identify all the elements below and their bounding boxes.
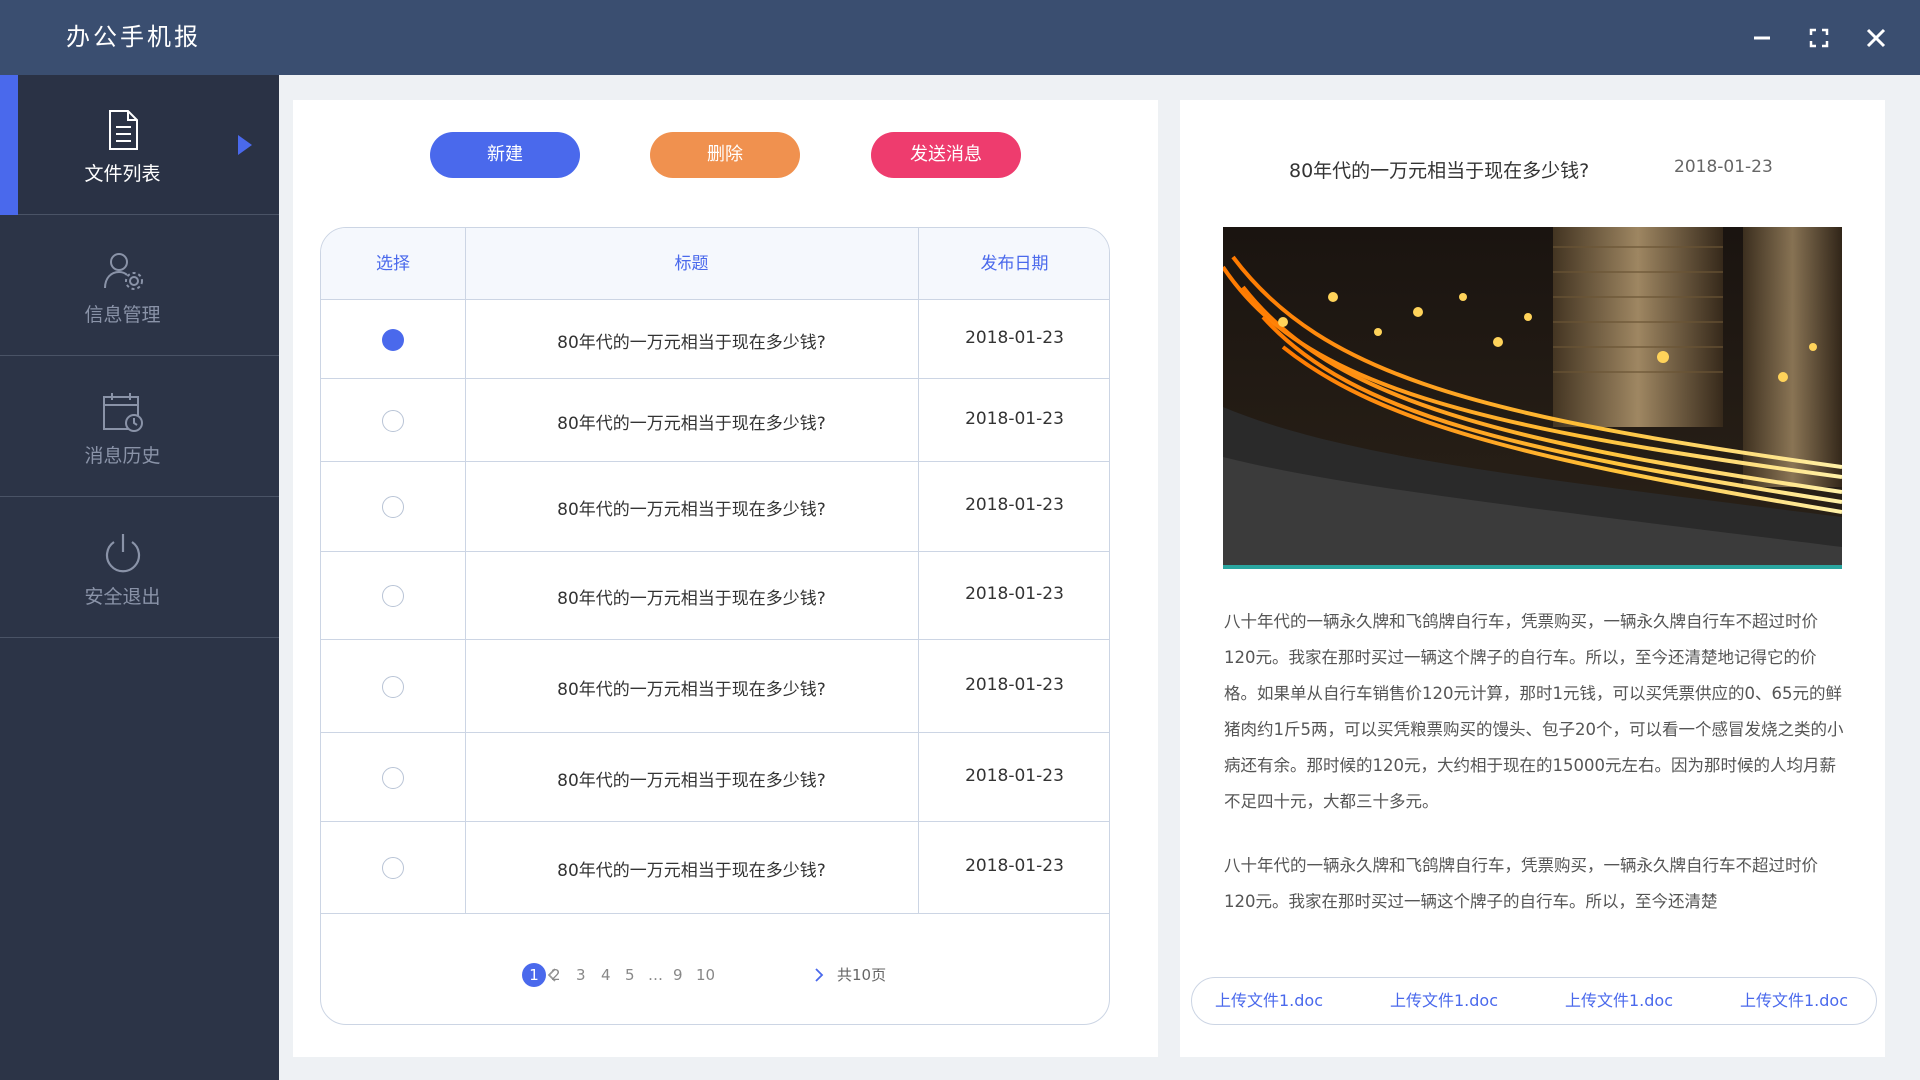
page-number[interactable]: 10 — [696, 963, 715, 987]
sidebar-item-file-list[interactable]: 文件列表 — [0, 75, 279, 215]
article-paragraph: 八十年代的一辆永久牌和飞鸽牌自行车，凭票购买，一辆永久牌自行车不超过时价120元… — [1224, 612, 1844, 811]
table-row[interactable]: 80年代的一万元相当于现在多少钱? 2018-01-23 — [321, 552, 1109, 640]
row-date: 2018-01-23 — [965, 409, 1064, 429]
row-title[interactable]: 80年代的一万元相当于现在多少钱? — [465, 856, 918, 881]
page-number[interactable]: 4 — [601, 963, 611, 987]
article-image — [1223, 227, 1842, 569]
sidebar-item-label: 信息管理 — [84, 304, 161, 326]
file-list-panel: 新建 删除 发送消息 选择 标题 发布日期 80年代的一万元相当于现在多少钱? 2… — [293, 100, 1158, 1057]
row-select-radio[interactable] — [382, 767, 404, 789]
active-indicator — [0, 75, 18, 215]
row-title[interactable]: 80年代的一万元相当于现在多少钱? — [465, 766, 918, 791]
document-icon — [100, 107, 146, 153]
table-row[interactable]: 80年代的一万元相当于现在多少钱? 2018-01-23 — [321, 379, 1109, 462]
page-ellipsis: … — [648, 966, 663, 984]
file-table: 选择 标题 发布日期 80年代的一万元相当于现在多少钱? 2018-01-23 80… — [320, 227, 1110, 1025]
row-select-radio[interactable] — [382, 410, 404, 432]
user-settings-icon — [100, 248, 146, 294]
article-paragraph: 八十年代的一辆永久牌和飞鸽牌自行车，凭票购买，一辆永久牌自行车不超过时价120元… — [1224, 856, 1818, 911]
table-header: 选择 标题 发布日期 — [321, 228, 1109, 300]
power-icon — [100, 530, 146, 576]
sidebar: 文件列表 信息管理 消息历史 安全退出 — [0, 75, 279, 1080]
page-number[interactable]: 2 — [551, 963, 561, 987]
sidebar-item-info-management[interactable]: 信息管理 — [0, 216, 279, 356]
calendar-clock-icon — [100, 389, 146, 435]
row-date: 2018-01-23 — [965, 856, 1064, 876]
send-message-button[interactable]: 发送消息 — [871, 132, 1021, 178]
table-row[interactable]: 80年代的一万元相当于现在多少钱? 2018-01-23 — [321, 462, 1109, 552]
row-title[interactable]: 80年代的一万元相当于现在多少钱? — [465, 584, 918, 609]
attachment-link[interactable]: 上传文件1.doc — [1740, 978, 1848, 1024]
new-button[interactable]: 新建 — [430, 132, 580, 178]
sidebar-item-message-history[interactable]: 消息历史 — [0, 357, 279, 497]
attachment-link[interactable]: 上传文件1.doc — [1215, 978, 1323, 1024]
sidebar-item-label: 消息历史 — [84, 445, 161, 467]
table-row[interactable]: 80年代的一万元相当于现在多少钱? 2018-01-23 — [321, 733, 1109, 822]
caret-right-icon — [236, 133, 254, 157]
row-date: 2018-01-23 — [965, 766, 1064, 786]
page-number[interactable]: 5 — [625, 963, 635, 987]
minimize-icon[interactable] — [1742, 18, 1782, 58]
row-title[interactable]: 80年代的一万元相当于现在多少钱? — [465, 495, 918, 520]
row-title[interactable]: 80年代的一万元相当于现在多少钱? — [465, 675, 918, 700]
sidebar-item-label: 安全退出 — [84, 586, 161, 608]
pagination: 1 2 3 4 5 … 9 10 共10页 — [321, 963, 1109, 993]
table-row[interactable]: 80年代的一万元相当于现在多少钱? 2018-01-23 — [321, 640, 1109, 733]
column-header-select: 选择 — [376, 254, 410, 274]
close-icon[interactable] — [1856, 18, 1896, 58]
sidebar-item-label: 文件列表 — [84, 163, 161, 185]
attachment-list: 上传文件1.doc 上传文件1.doc 上传文件1.doc 上传文件1.doc — [1191, 977, 1877, 1025]
row-select-radio[interactable] — [382, 496, 404, 518]
page-number[interactable]: 9 — [673, 963, 683, 987]
total-pages: 共10页 — [837, 966, 887, 984]
row-date: 2018-01-23 — [965, 584, 1064, 604]
table-row[interactable]: 80年代的一万元相当于现在多少钱? 2018-01-23 — [321, 300, 1109, 379]
attachment-link[interactable]: 上传文件1.doc — [1390, 978, 1498, 1024]
row-date: 2018-01-23 — [965, 495, 1064, 515]
page-number[interactable]: 1 — [522, 963, 546, 987]
title-bar: 办公手机报 — [0, 0, 1920, 75]
row-select-radio[interactable] — [382, 857, 404, 879]
row-date: 2018-01-23 — [965, 328, 1064, 348]
delete-button[interactable]: 删除 — [650, 132, 800, 178]
article-title: 80年代的一万元相当于现在多少钱? — [1289, 160, 1590, 182]
table-row[interactable]: 80年代的一万元相当于现在多少钱? 2018-01-23 — [321, 822, 1109, 914]
sidebar-item-logout[interactable]: 安全退出 — [0, 498, 279, 638]
column-header-title: 标题 — [674, 254, 709, 274]
row-select-radio[interactable] — [382, 585, 404, 607]
app-title: 办公手机报 — [66, 23, 201, 51]
row-title[interactable]: 80年代的一万元相当于现在多少钱? — [465, 328, 918, 353]
maximize-icon[interactable] — [1799, 18, 1839, 58]
next-page-icon[interactable] — [812, 965, 826, 985]
attachment-link[interactable]: 上传文件1.doc — [1565, 978, 1673, 1024]
page-number[interactable]: 3 — [576, 963, 586, 987]
row-select-radio[interactable] — [382, 329, 404, 351]
row-date: 2018-01-23 — [965, 675, 1064, 695]
column-header-date: 发布日期 — [980, 254, 1049, 274]
row-select-radio[interactable] — [382, 676, 404, 698]
article-date: 2018-01-23 — [1674, 157, 1773, 177]
article-panel: 80年代的一万元相当于现在多少钱? 2018-01-23 八十年代的一辆永久牌和… — [1180, 100, 1885, 1057]
row-title[interactable]: 80年代的一万元相当于现在多少钱? — [465, 409, 918, 434]
